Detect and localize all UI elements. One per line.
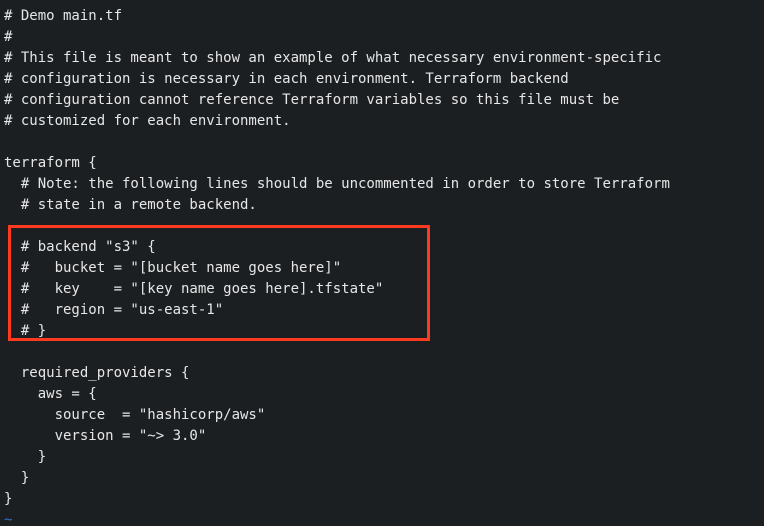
code-line: # key = "[key name goes here].tfstate"	[4, 281, 383, 297]
code-line: # region = "us-east-1"	[4, 302, 223, 318]
code-line: source = "hashicorp/aws"	[4, 407, 265, 423]
code-line: # Note: the following lines should be un…	[4, 176, 670, 192]
code-line: # customized for each environment.	[4, 113, 291, 129]
code-line: #	[4, 29, 12, 45]
code-line: version = "~> 3.0"	[4, 428, 206, 444]
code-line: terraform {	[4, 155, 97, 171]
code-line: # configuration is necessary in each env…	[4, 71, 569, 87]
code-line: required_providers {	[4, 365, 189, 381]
code-line: # state in a remote backend.	[4, 197, 257, 213]
code-block: # Demo main.tf # # This file is meant to…	[0, 0, 764, 526]
code-line: # configuration cannot reference Terrafo…	[4, 92, 619, 108]
code-line: aws = {	[4, 386, 97, 402]
eof-tilde: ~	[4, 512, 12, 526]
code-line: }	[4, 491, 12, 507]
code-line: # }	[4, 323, 46, 339]
code-line: # bucket = "[bucket name goes here]"	[4, 260, 341, 276]
code-line: # This file is meant to show an example …	[4, 50, 661, 66]
code-line: # backend "s3" {	[4, 239, 156, 255]
code-line: }	[4, 449, 46, 465]
code-line: }	[4, 470, 29, 486]
code-line: # Demo main.tf	[4, 8, 122, 24]
